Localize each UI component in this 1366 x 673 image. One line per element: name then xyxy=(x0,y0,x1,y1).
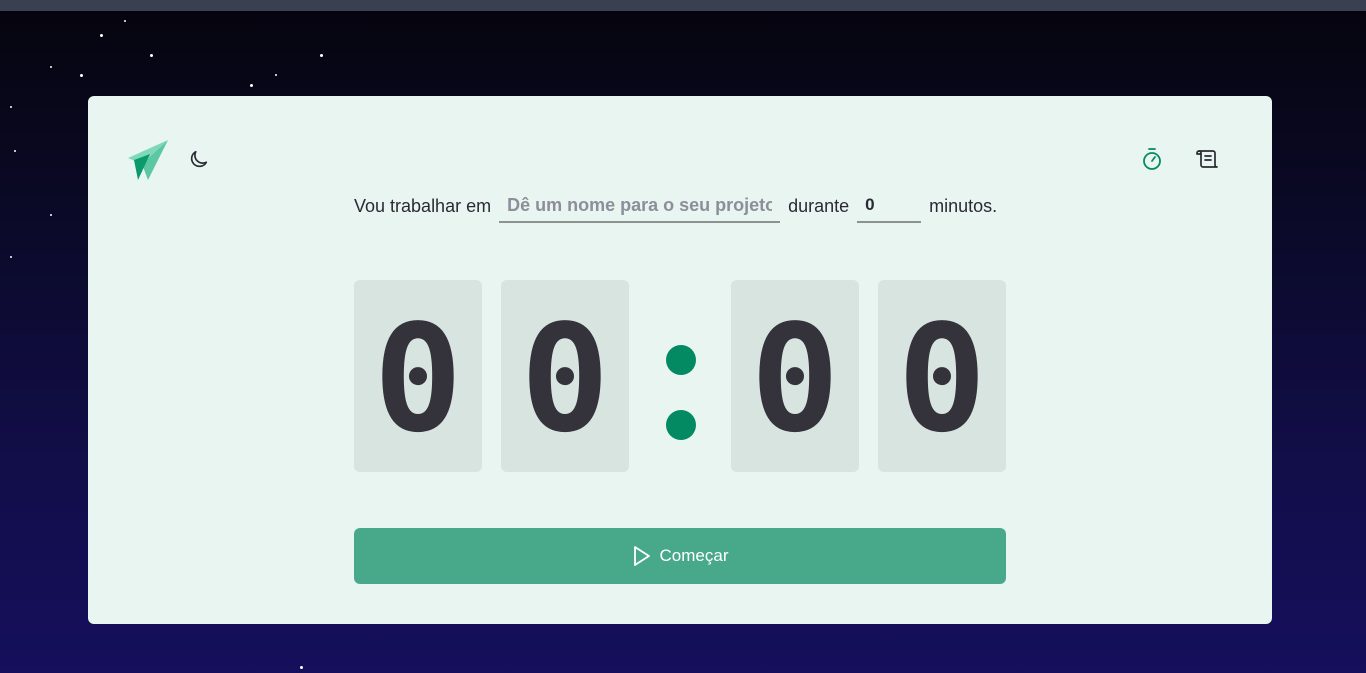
minutes-input[interactable] xyxy=(857,189,922,223)
start-button[interactable]: Começar xyxy=(354,528,1006,584)
star xyxy=(100,34,103,37)
star xyxy=(10,256,12,258)
star xyxy=(50,66,52,68)
countdown-minute-ones: 0 xyxy=(501,280,629,472)
star xyxy=(320,54,323,57)
digit-text: 0 xyxy=(373,293,463,465)
countdown-second-tens: 0 xyxy=(731,280,859,472)
separator-dot-top xyxy=(666,345,696,375)
browser-top-bar xyxy=(0,0,1366,11)
digit-text: 0 xyxy=(750,293,840,465)
task-form: Vou trabalhar em durante minutos. xyxy=(354,188,997,224)
stopwatch-icon[interactable] xyxy=(1140,147,1164,171)
star xyxy=(150,54,153,57)
countdown-minute-tens: 0 xyxy=(354,280,482,472)
play-icon xyxy=(633,546,650,566)
star xyxy=(10,106,12,108)
star xyxy=(80,74,83,77)
digit-text: 0 xyxy=(520,293,610,465)
project-name-input[interactable] xyxy=(499,189,781,223)
star xyxy=(250,84,253,87)
star xyxy=(124,20,126,22)
paper-plane-logo-icon xyxy=(128,140,168,180)
form-prefix: Vou trabalhar em xyxy=(354,195,492,216)
star xyxy=(50,214,52,216)
moon-icon[interactable] xyxy=(188,148,210,170)
countdown-second-ones: 0 xyxy=(878,280,1006,472)
separator-dot-bottom xyxy=(666,410,696,440)
star xyxy=(275,74,277,76)
start-button-label: Começar xyxy=(659,546,729,565)
scroll-icon[interactable] xyxy=(1195,147,1219,171)
star xyxy=(14,150,16,152)
star xyxy=(300,666,303,669)
form-suffix: minutos. xyxy=(929,195,998,216)
pomodoro-card: Vou trabalhar em durante minutos. 0 0 0 … xyxy=(88,96,1272,624)
digit-text: 0 xyxy=(897,293,987,465)
form-middle: durante xyxy=(788,195,850,216)
